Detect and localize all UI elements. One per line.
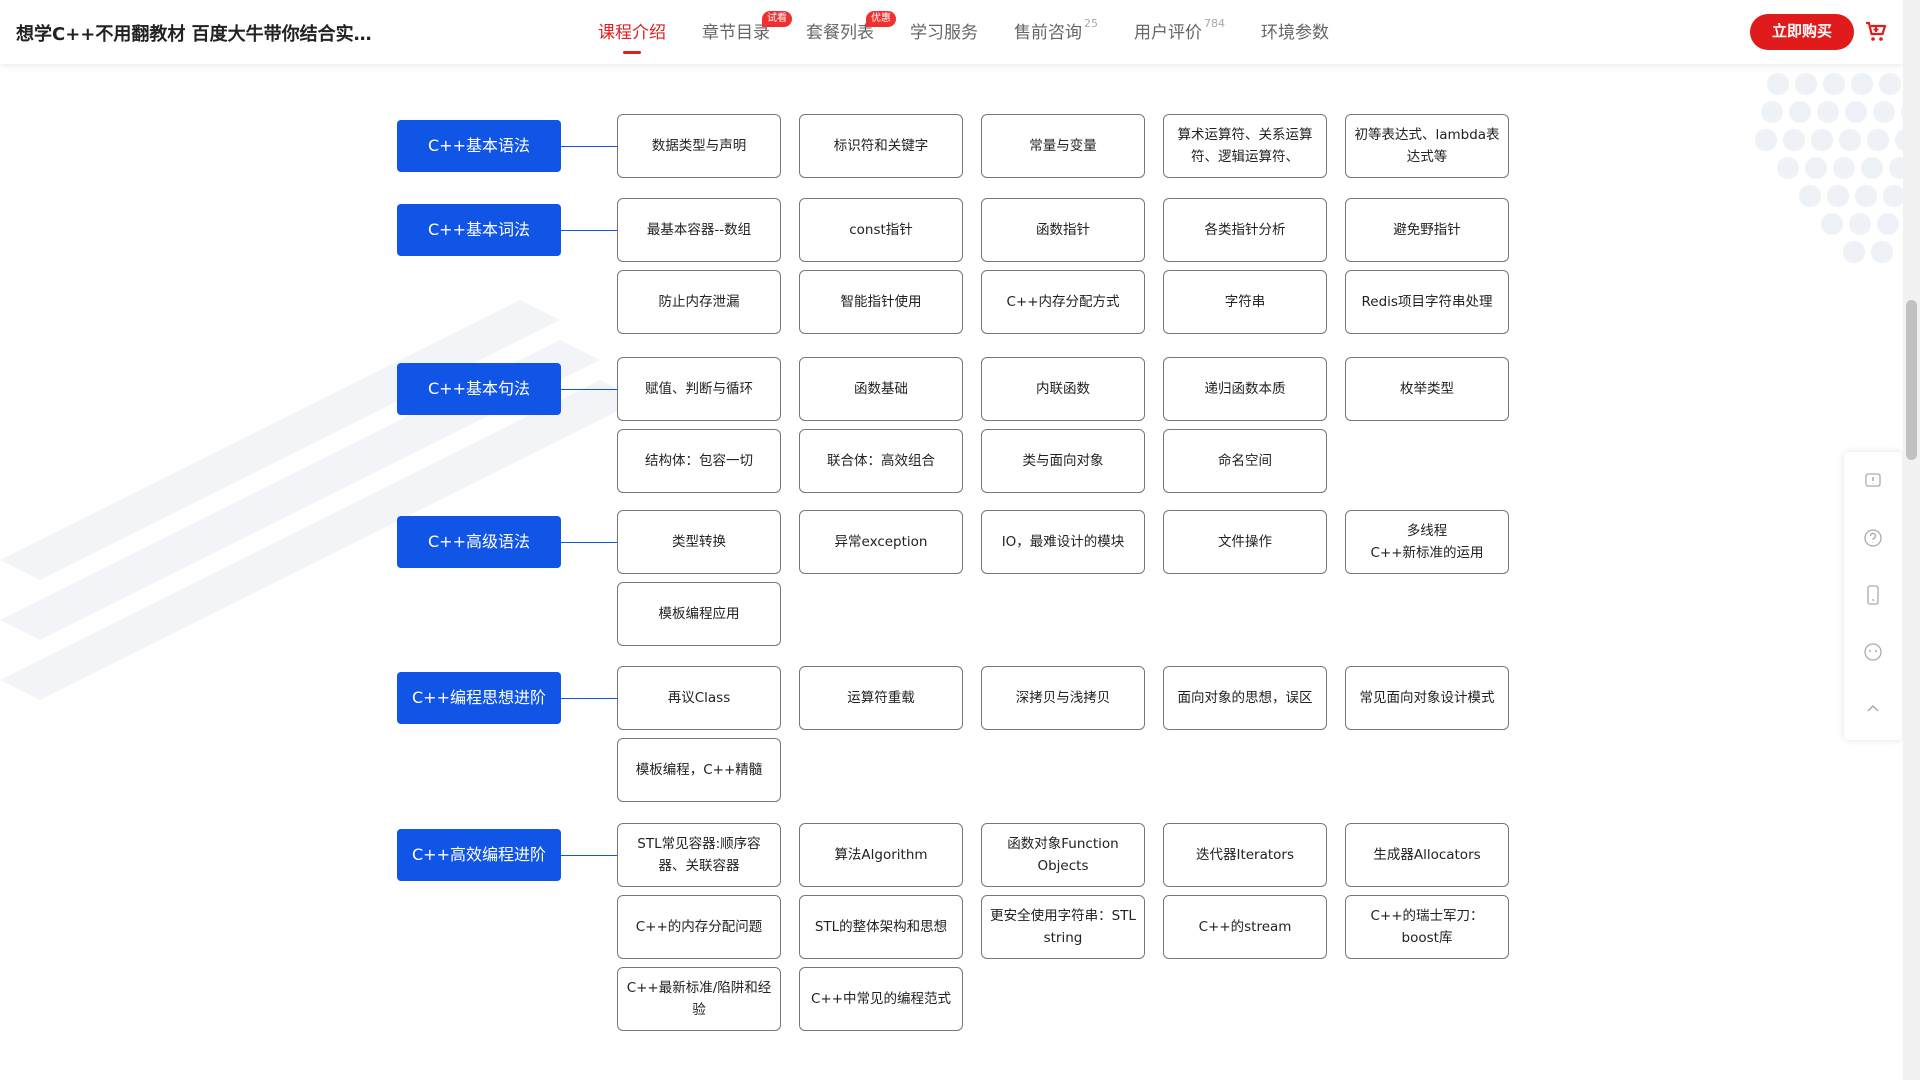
cart-icon[interactable]: [1864, 20, 1888, 44]
topic-box[interactable]: 类与面向对象: [981, 429, 1145, 493]
topic-box[interactable]: 生成器Allocators: [1345, 823, 1509, 887]
tab-environment[interactable]: 环境参数: [1261, 0, 1329, 64]
topic-box[interactable]: 多线程 C++新标准的运用: [1345, 510, 1509, 574]
topic-box[interactable]: 避免野指针: [1345, 198, 1509, 262]
category-pill[interactable]: C++基本语法: [397, 120, 561, 172]
category-connector: [561, 855, 617, 856]
topic-box[interactable]: 防止内存泄漏: [617, 270, 781, 334]
category-pill[interactable]: C++基本句法: [397, 363, 561, 415]
topic-box[interactable]: 函数基础: [799, 357, 963, 421]
topic-box[interactable]: 算术运算符、关系运算符、逻辑运算符、: [1163, 114, 1327, 178]
review-count: 784: [1204, 17, 1225, 30]
tab-course-intro[interactable]: 课程介绍: [598, 0, 666, 64]
topic-box[interactable]: 模板编程应用: [617, 582, 781, 646]
tab-label: 售前咨询: [1014, 23, 1082, 43]
discount-badge: 优惠: [866, 11, 896, 27]
topic-box[interactable]: 枚举类型: [1345, 357, 1509, 421]
topic-box[interactable]: C++的瑞士军刀：boost库: [1345, 895, 1509, 959]
scrollbar[interactable]: [1903, 0, 1920, 1080]
topic-box[interactable]: 结构体：包容一切: [617, 429, 781, 493]
tab-label: 学习服务: [910, 23, 978, 43]
service-icon[interactable]: [1844, 623, 1902, 680]
topic-box[interactable]: 递归函数本质: [1163, 357, 1327, 421]
topic-box[interactable]: 深拷贝与浅拷贝: [981, 666, 1145, 730]
tab-label: 课程介绍: [598, 23, 666, 43]
topic-box[interactable]: 运算符重载: [799, 666, 963, 730]
topic-box[interactable]: 初等表达式、lambda表达式等: [1345, 114, 1509, 178]
buy-now-button[interactable]: 立即购买: [1750, 14, 1854, 50]
topic-box[interactable]: 函数对象Function Objects: [981, 823, 1145, 887]
topic-box[interactable]: 异常exception: [799, 510, 963, 574]
category-connector: [561, 389, 617, 390]
topic-box[interactable]: 面向对象的思想，误区: [1163, 666, 1327, 730]
tab-learning-service[interactable]: 学习服务: [910, 0, 978, 64]
topic-box[interactable]: 常见面向对象设计模式: [1345, 666, 1509, 730]
topic-box[interactable]: 联合体：高效组合: [799, 429, 963, 493]
topic-box[interactable]: C++内存分配方式: [981, 270, 1145, 334]
scrollbar-thumb[interactable]: [1906, 300, 1917, 460]
feedback-icon[interactable]: [1844, 452, 1902, 509]
mobile-icon[interactable]: [1844, 566, 1902, 623]
topic-box[interactable]: C++最新标准/陷阱和经验: [617, 967, 781, 1031]
category-connector: [561, 698, 617, 699]
tab-nav: 课程介绍 章节目录 试看 套餐列表 优惠 学习服务 售前咨询 25 用户评价 784 环…: [598, 0, 1365, 64]
tab-label: 用户评价: [1134, 23, 1202, 43]
trial-badge: 试看: [762, 11, 792, 27]
topic-box[interactable]: 各类指针分析: [1163, 198, 1327, 262]
category-pill[interactable]: C++编程思想进阶: [397, 672, 561, 724]
topic-box[interactable]: 模板编程，C++精髓: [617, 738, 781, 802]
topic-box[interactable]: 文件操作: [1163, 510, 1327, 574]
topic-box[interactable]: C++的stream: [1163, 895, 1327, 959]
back-to-top-icon[interactable]: [1844, 680, 1902, 737]
course-outline: C++基本语法 数据类型与声明 标识符和关键字 常量与变量 算术运算符、关系运算符、逻辑…: [0, 64, 1903, 1080]
tab-label: 章节目录: [702, 23, 770, 43]
topic-box[interactable]: 标识符和关键字: [799, 114, 963, 178]
topic-box[interactable]: STL常见容器:顺序容器、关联容器: [617, 823, 781, 887]
category-connector: [561, 230, 617, 231]
tab-presale-consult[interactable]: 售前咨询 25: [1014, 0, 1098, 64]
page-title: 想学C++不用翻教材 百度大牛带你结合实…: [16, 24, 372, 45]
topic-box[interactable]: 算法Algorithm: [799, 823, 963, 887]
help-icon[interactable]: [1844, 509, 1902, 566]
tab-chapter-list[interactable]: 章节目录 试看: [702, 0, 792, 64]
topic-box[interactable]: 最基本容器--数组: [617, 198, 781, 262]
topic-box[interactable]: 数据类型与声明: [617, 114, 781, 178]
topic-box[interactable]: 常量与变量: [981, 114, 1145, 178]
top-navigation-bar: 想学C++不用翻教材 百度大牛带你结合实… 课程介绍 章节目录 试看 套餐列表 优惠…: [0, 0, 1903, 64]
tab-user-reviews[interactable]: 用户评价 784: [1134, 0, 1225, 64]
topic-box[interactable]: 字符串: [1163, 270, 1327, 334]
topic-box[interactable]: 智能指针使用: [799, 270, 963, 334]
topic-box[interactable]: const指针: [799, 198, 963, 262]
topic-box[interactable]: 类型转换: [617, 510, 781, 574]
topic-box[interactable]: C++的内存分配问题: [617, 895, 781, 959]
topic-box[interactable]: IO，最难设计的模块: [981, 510, 1145, 574]
category-pill[interactable]: C++高级语法: [397, 516, 561, 568]
topic-box[interactable]: 更安全使用字符串：STL string: [981, 895, 1145, 959]
tab-label: 套餐列表: [806, 23, 874, 43]
tab-label: 环境参数: [1261, 23, 1329, 43]
topic-box[interactable]: Redis项目字符串处理: [1345, 270, 1509, 334]
side-toolbar: [1844, 452, 1902, 740]
topic-box[interactable]: 命名空间: [1163, 429, 1327, 493]
topic-box[interactable]: 内联函数: [981, 357, 1145, 421]
topic-box[interactable]: 迭代器Iterators: [1163, 823, 1327, 887]
tab-package-list[interactable]: 套餐列表 优惠: [806, 0, 896, 64]
category-pill[interactable]: C++基本词法: [397, 204, 561, 256]
category-connector: [561, 146, 617, 147]
category-connector: [561, 542, 617, 543]
topic-box[interactable]: C++中常见的编程范式: [799, 967, 963, 1031]
topic-box[interactable]: 赋值、判断与循环: [617, 357, 781, 421]
category-pill[interactable]: C++高效编程进阶: [397, 829, 561, 881]
topic-box[interactable]: 再议Class: [617, 666, 781, 730]
consult-count: 25: [1084, 17, 1098, 30]
topic-box[interactable]: STL的整体架构和思想: [799, 895, 963, 959]
topic-box[interactable]: 函数指针: [981, 198, 1145, 262]
